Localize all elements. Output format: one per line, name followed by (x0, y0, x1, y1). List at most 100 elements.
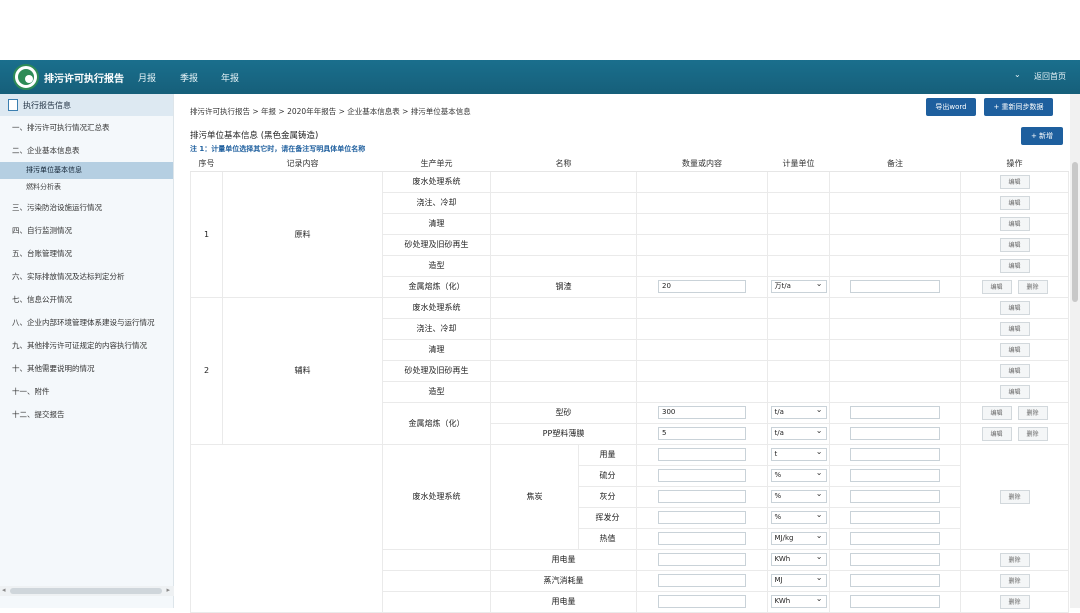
remark-input[interactable] (850, 511, 940, 524)
sidebar-item-11[interactable]: 十一、附件 (0, 380, 173, 403)
edit-button[interactable]: 编辑 (999, 216, 1030, 231)
table-row: 废水处理系统 焦炭 用量 t 删除 (190, 443, 1069, 613)
unit-select[interactable]: t (770, 446, 827, 461)
production-unit: 清理 (382, 338, 491, 361)
delete-button[interactable]: 删除 (1017, 426, 1048, 441)
edit-button[interactable]: 编辑 (981, 279, 1012, 294)
remark-input[interactable] (850, 595, 940, 608)
edit-button[interactable]: 编辑 (999, 363, 1030, 378)
edit-button[interactable]: 编辑 (999, 342, 1030, 357)
remark-input[interactable] (850, 532, 940, 545)
quantity-input[interactable] (658, 595, 746, 608)
quantity-input[interactable] (658, 448, 746, 461)
sidebar-sub-fuel[interactable]: 燃料分析表 (0, 179, 173, 196)
sidebar-item-12[interactable]: 十二、提交报告 (0, 403, 173, 426)
quantity-input[interactable] (658, 574, 746, 587)
quantity-input[interactable]: 20 (658, 280, 746, 293)
sidebar-item-7[interactable]: 七、信息公开情况 (0, 288, 173, 311)
sidebar-hscrollbar[interactable]: ◂ ▸ (0, 586, 174, 596)
table-row: 2 辅料 废水处理系统 编辑 (190, 296, 1069, 445)
scroll-left-icon[interactable]: ◂ (2, 586, 6, 594)
unit-select[interactable]: 万t/a (770, 278, 827, 293)
remark-input[interactable] (850, 469, 940, 482)
resync-button[interactable]: + 重新同步数据 (984, 98, 1053, 116)
remark-input[interactable] (850, 280, 940, 293)
col-header-ops: 操作 (960, 157, 1069, 172)
unit-select[interactable]: t/a (770, 404, 827, 419)
sidebar-item-10[interactable]: 十、其他需要说明的情况 (0, 357, 173, 380)
table-header-row: 序号 记录内容 生产单元 名称 数量或内容 计量单位 备注 操作 (190, 157, 1069, 172)
remark-input[interactable] (850, 574, 940, 587)
delete-button[interactable]: 删除 (999, 489, 1030, 504)
nav-monthly[interactable]: 月报 (138, 71, 156, 84)
col-header-qty: 数量或内容 (636, 157, 768, 172)
sidebar-item-2[interactable]: 二、企业基本信息表 (0, 139, 173, 162)
unit-note: 注 1：计量单位选择其它时，请在备注写明具体单位名称 (190, 145, 366, 153)
col-header-unit: 生产单元 (382, 157, 491, 172)
add-button[interactable]: + 新增 (1021, 127, 1063, 145)
quantity-input[interactable] (658, 532, 746, 545)
sidebar-sub-basic-info[interactable]: 排污单位基本信息 (0, 162, 173, 179)
record-type: 原料 (222, 170, 383, 298)
sidebar-item-3[interactable]: 三、污染防治设施运行情况 (0, 196, 173, 219)
edit-button[interactable]: 编辑 (999, 237, 1030, 252)
unit-select[interactable]: t/a (770, 425, 827, 440)
edit-button[interactable]: 编辑 (999, 195, 1030, 210)
unit-select[interactable]: % (770, 509, 827, 524)
unit-select[interactable]: % (770, 488, 827, 503)
production-unit: 废水处理系统 (382, 443, 491, 550)
quantity-input[interactable] (658, 511, 746, 524)
delete-button[interactable]: 删除 (999, 594, 1030, 609)
back-home-link[interactable]: ⌄ 返回首页 (1014, 70, 1066, 82)
remark-input[interactable] (850, 553, 940, 566)
unit-select[interactable]: MJ (770, 572, 827, 587)
logo-icon (13, 64, 39, 90)
unit-select[interactable]: % (770, 467, 827, 482)
scroll-thumb[interactable] (10, 588, 162, 594)
nav-quarterly[interactable]: 季报 (180, 71, 198, 84)
edit-button[interactable]: 编辑 (999, 258, 1030, 273)
nav-annual[interactable]: 年报 (221, 71, 239, 84)
quantity-input[interactable]: 300 (658, 406, 746, 419)
quantity-input[interactable]: 5 (658, 427, 746, 440)
sidebar-header[interactable]: 执行报告信息 (0, 94, 173, 116)
sidebar-item-1[interactable]: 一、排污许可执行情况汇总表 (0, 116, 173, 139)
sidebar-item-6[interactable]: 六、实际排放情况及达标判定分析 (0, 265, 173, 288)
unit-select[interactable]: MJ/kg (770, 530, 827, 545)
item-name: 钢渣 (490, 275, 637, 298)
edit-button[interactable]: 编辑 (999, 384, 1030, 399)
chevron-down-icon[interactable]: ⌄ (1014, 70, 1021, 79)
edit-button[interactable]: 编辑 (981, 426, 1012, 441)
sidebar-item-5[interactable]: 五、台账管理情况 (0, 242, 173, 265)
remark-input[interactable] (850, 427, 940, 440)
col-header-no: 序号 (190, 157, 223, 172)
remark-input[interactable] (850, 406, 940, 419)
quantity-input[interactable] (658, 490, 746, 503)
sidebar-item-4[interactable]: 四、自行监测情况 (0, 219, 173, 242)
edit-button[interactable]: 编辑 (999, 174, 1030, 189)
unit-select[interactable]: KWh (770, 593, 827, 608)
delete-button[interactable]: 删除 (999, 573, 1030, 588)
sidebar-item-8[interactable]: 八、企业内部环境管理体系建设与运行情况 (0, 311, 173, 334)
scroll-right-icon[interactable]: ▸ (166, 586, 170, 594)
quantity-input[interactable] (658, 553, 746, 566)
sidebar-item-9[interactable]: 九、其他排污许可证规定的内容执行情况 (0, 334, 173, 357)
col-header-content: 记录内容 (222, 157, 383, 172)
edit-button[interactable]: 编辑 (999, 321, 1030, 336)
delete-button[interactable]: 删除 (1017, 279, 1048, 294)
quantity-input[interactable] (658, 469, 746, 482)
delete-button[interactable]: 删除 (1017, 405, 1048, 420)
remark-input[interactable] (850, 448, 940, 461)
edit-button[interactable]: 编辑 (981, 405, 1012, 420)
vscroll-thumb[interactable] (1072, 162, 1078, 302)
page-vscrollbar[interactable] (1070, 94, 1080, 608)
brand-title: 排污许可执行报告 (44, 74, 124, 85)
export-word-button[interactable]: 导出word (926, 98, 976, 116)
edit-button[interactable]: 编辑 (999, 300, 1030, 315)
delete-button[interactable]: 删除 (999, 552, 1030, 567)
production-unit: 金属熔炼（化） (382, 401, 491, 445)
production-unit: 造型 (382, 380, 491, 403)
unit-select[interactable]: KWh (770, 551, 827, 566)
data-table: 序号 记录内容 生产单元 名称 数量或内容 计量单位 备注 操作 1 原料 废水… (190, 157, 1069, 613)
remark-input[interactable] (850, 490, 940, 503)
